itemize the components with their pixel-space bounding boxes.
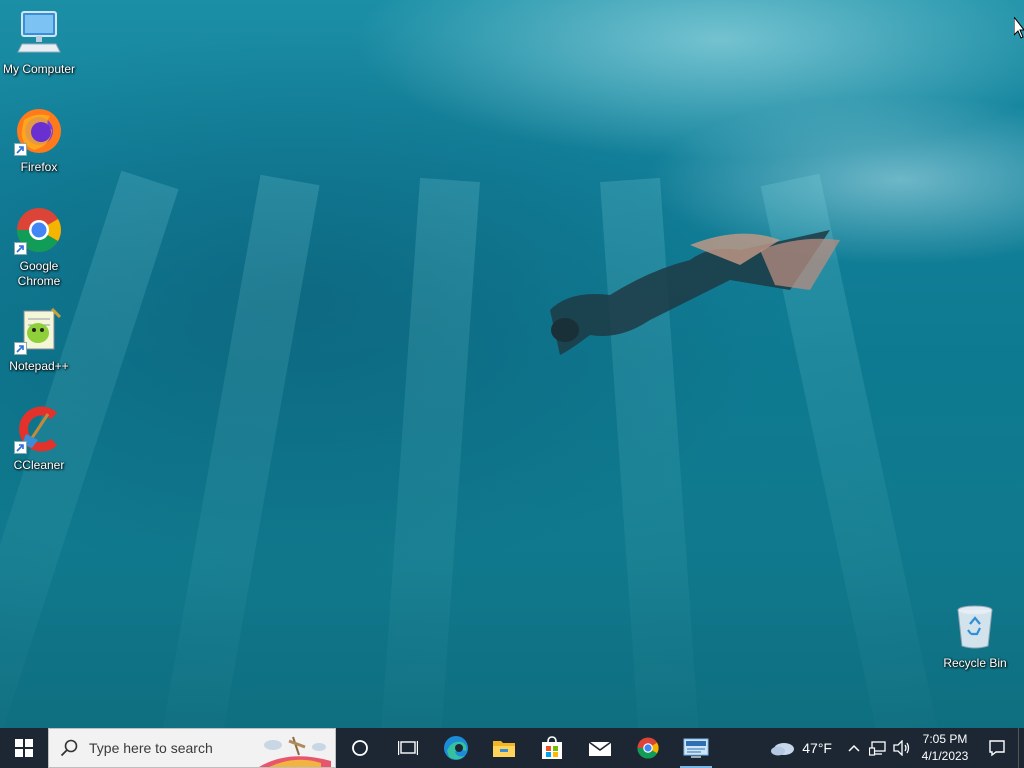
desktop-icon-ccleaner[interactable]: CCleaner xyxy=(0,404,78,473)
cortana-button[interactable] xyxy=(336,728,384,768)
start-button[interactable] xyxy=(0,728,48,768)
task-view-button[interactable] xyxy=(384,728,432,768)
task-view-icon xyxy=(398,741,418,755)
chrome-icon xyxy=(637,737,659,759)
system-tray: 47°F 7:05 PM 4/1/2023 xyxy=(760,728,1024,768)
show-hidden-icons-button[interactable] xyxy=(842,728,866,768)
weather-temperature: 47°F xyxy=(802,740,832,756)
folder-icon xyxy=(493,741,515,757)
shortcut-arrow-icon xyxy=(14,242,27,255)
circle-icon xyxy=(352,740,368,756)
ccleaner-icon xyxy=(14,404,64,454)
taskbar-clock[interactable]: 7:05 PM 4/1/2023 xyxy=(914,731,976,765)
light-ray xyxy=(376,177,480,728)
edge-button[interactable] xyxy=(432,728,480,768)
desktop-icon-label: My Computer xyxy=(2,62,76,76)
chrome-taskbar-button[interactable] xyxy=(624,728,672,768)
light-ray xyxy=(152,174,320,728)
weather-widget[interactable]: 47°F xyxy=(760,740,842,756)
mail-icon xyxy=(588,741,612,756)
taskbar: Type here to search 47°F 7:05 PM 4/1/202… xyxy=(0,728,1024,768)
shortcut-arrow-icon xyxy=(14,441,27,454)
clock-time: 7:05 PM xyxy=(922,732,968,746)
shortcut-arrow-icon xyxy=(14,342,27,355)
desktop-wallpaper[interactable] xyxy=(0,0,1024,728)
desktop-icon-label: Recycle Bin xyxy=(943,656,1007,670)
edge-icon xyxy=(444,736,468,760)
remote-desktop-icon xyxy=(683,738,709,758)
desktop-icon-google-chrome[interactable]: Google Chrome xyxy=(0,205,78,289)
speaker-icon xyxy=(893,740,910,756)
computer-icon xyxy=(14,8,64,58)
desktop-icon-label: Notepad++ xyxy=(9,359,69,373)
store-icon xyxy=(542,736,562,759)
clock-date: 4/1/2023 xyxy=(921,749,969,763)
mail-button[interactable] xyxy=(576,728,624,768)
diver-silhouette xyxy=(550,230,840,355)
network-button[interactable] xyxy=(866,728,890,768)
network-icon xyxy=(869,741,886,756)
desktop-icon-label: Firefox xyxy=(20,160,58,174)
search-placeholder: Type here to search xyxy=(89,740,213,756)
cloud-icon xyxy=(771,743,795,756)
notepadpp-icon xyxy=(14,305,64,355)
windows-logo-icon xyxy=(15,739,33,757)
file-explorer-button[interactable] xyxy=(480,728,528,768)
action-center-button[interactable] xyxy=(976,728,1018,768)
volume-button[interactable] xyxy=(890,728,914,768)
firefox-icon xyxy=(14,106,64,156)
remote-desktop-button[interactable] xyxy=(672,728,720,768)
desktop-icon-notepadpp[interactable]: Notepad++ xyxy=(0,305,78,374)
taskbar-search-box[interactable]: Type here to search xyxy=(48,728,336,768)
desktop-icon-label: Google Chrome xyxy=(17,259,61,288)
search-icon xyxy=(49,739,89,757)
recycle-bin-icon xyxy=(950,602,1000,652)
desktop-icon-firefox[interactable]: Firefox xyxy=(0,106,78,175)
desktop-icon-recycle-bin[interactable]: Recycle Bin xyxy=(936,602,1014,671)
chevron-up-icon xyxy=(848,744,860,752)
show-desktop-button[interactable] xyxy=(1018,728,1024,768)
desktop-icon-my-computer[interactable]: My Computer xyxy=(0,8,78,77)
notification-icon xyxy=(989,740,1005,757)
mouse-cursor-icon xyxy=(1014,17,1024,39)
desktop-icon-label: CCleaner xyxy=(13,458,65,472)
search-highlight-illustration xyxy=(259,736,331,767)
chrome-icon xyxy=(14,205,64,255)
store-button[interactable] xyxy=(528,728,576,768)
shortcut-arrow-icon xyxy=(14,143,27,156)
